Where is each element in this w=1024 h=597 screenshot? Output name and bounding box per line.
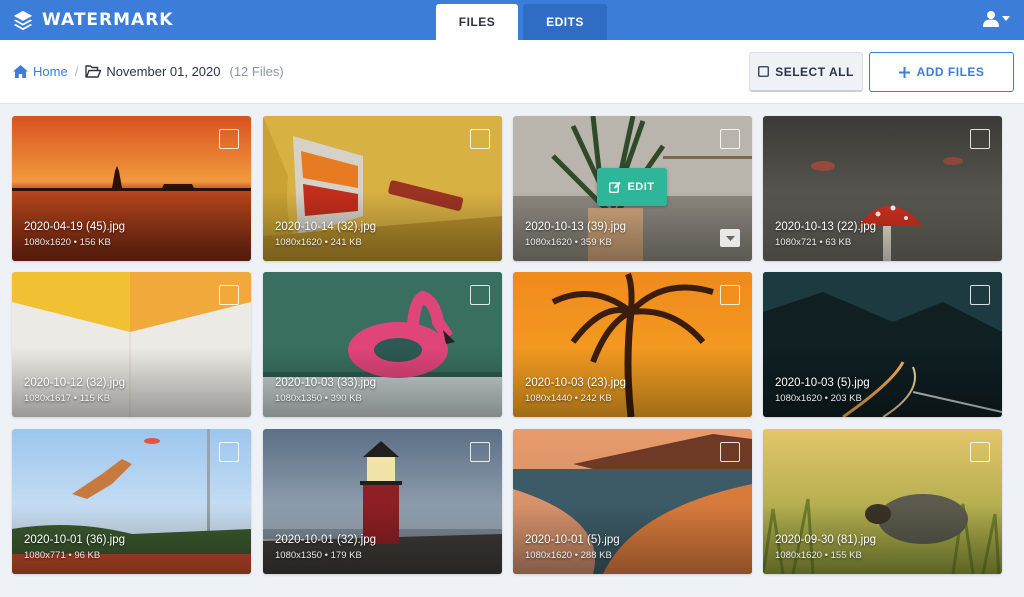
- file-meta: 1080x1620 • 359 KB: [525, 237, 612, 248]
- file-card[interactable]: 2020-10-12 (32).jpg 1080x1617 • 115 KB: [12, 272, 251, 417]
- file-name: 2020-10-13 (39).jpg: [525, 221, 627, 233]
- file-card[interactable]: 2020-09-30 (81).jpg 1080x1620 • 155 KB: [763, 429, 1002, 574]
- select-checkbox[interactable]: [219, 129, 239, 149]
- file-meta: 1080x1620 • 156 KB: [24, 237, 111, 248]
- file-name: 2020-04-19 (45).jpg: [24, 221, 126, 233]
- edit-icon: [609, 181, 622, 193]
- file-count: (12 Files): [229, 64, 284, 79]
- file-card[interactable]: 2020-10-01 (5).jpg 1080x1620 • 288 KB: [513, 429, 752, 574]
- select-all-label: SELECT ALL: [775, 64, 854, 79]
- file-name: 2020-10-03 (23).jpg: [525, 377, 627, 389]
- user-icon: [983, 11, 999, 27]
- home-icon: [13, 65, 28, 78]
- tab-edits[interactable]: EDITS: [523, 4, 607, 40]
- breadcrumb: Home / November 01, 2020 (12 Files): [13, 64, 284, 79]
- file-name: 2020-10-03 (5).jpg: [775, 377, 870, 389]
- select-all-button[interactable]: SELECT ALL: [749, 52, 863, 92]
- square-checkbox-icon: [758, 66, 770, 77]
- select-checkbox[interactable]: [970, 285, 990, 305]
- breadcrumb-current-folder: November 01, 2020 (12 Files): [85, 64, 284, 79]
- file-meta: 1080x1617 • 115 KB: [24, 393, 111, 404]
- file-meta: 1080x1440 • 242 KB: [525, 393, 612, 404]
- file-card[interactable]: EDIT 2020-10-13 (39).jpg 1080x1620 • 359…: [513, 116, 752, 261]
- brand[interactable]: WATERMARK: [12, 8, 173, 32]
- select-checkbox[interactable]: [470, 442, 490, 462]
- file-name: 2020-10-14 (32).jpg: [275, 221, 377, 233]
- select-checkbox[interactable]: [720, 129, 740, 149]
- select-checkbox[interactable]: [970, 442, 990, 462]
- file-meta: 1080x1620 • 155 KB: [775, 550, 862, 561]
- caret-down-icon: [725, 235, 735, 241]
- file-menu-button[interactable]: [720, 229, 740, 247]
- user-menu[interactable]: [983, 10, 1010, 27]
- select-checkbox[interactable]: [720, 442, 740, 462]
- plus-icon: [898, 66, 910, 78]
- select-checkbox[interactable]: [970, 129, 990, 149]
- breadcrumb-separator: /: [74, 64, 79, 79]
- file-name: 2020-10-01 (32).jpg: [275, 534, 377, 546]
- folder-open-icon: [85, 65, 102, 78]
- select-checkbox[interactable]: [219, 285, 239, 305]
- file-name: 2020-10-03 (33).jpg: [275, 377, 377, 389]
- file-name: 2020-10-12 (32).jpg: [24, 377, 126, 389]
- file-name: 2020-10-01 (36).jpg: [24, 534, 126, 546]
- file-name: 2020-10-01 (5).jpg: [525, 534, 620, 546]
- app-name: WATERMARK: [42, 10, 174, 30]
- add-files-button[interactable]: ADD FILES: [869, 52, 1014, 92]
- file-card[interactable]: 2020-10-14 (32).jpg 1080x1620 • 241 KB: [263, 116, 502, 261]
- toolbar: Home / November 01, 2020 (12 Files) SELE…: [0, 40, 1024, 104]
- tab-files[interactable]: FILES: [436, 4, 518, 40]
- select-checkbox[interactable]: [470, 285, 490, 305]
- edit-label: EDIT: [627, 181, 655, 193]
- file-card[interactable]: 2020-04-19 (45).jpg 1080x1620 • 156 KB: [12, 116, 251, 261]
- file-meta: 1080x771 • 96 KB: [24, 550, 101, 561]
- file-meta: 1080x1350 • 179 KB: [275, 550, 362, 561]
- edit-button[interactable]: EDIT: [597, 168, 667, 206]
- file-card[interactable]: 2020-10-01 (36).jpg 1080x771 • 96 KB: [12, 429, 251, 574]
- caret-down-icon: [1002, 16, 1010, 21]
- file-meta: 1080x1620 • 288 KB: [525, 550, 612, 561]
- folder-name: November 01, 2020: [106, 64, 221, 79]
- select-checkbox[interactable]: [219, 442, 239, 462]
- file-card[interactable]: 2020-10-03 (33).jpg 1080x1350 • 390 KB: [263, 272, 502, 417]
- file-meta: 1080x721 • 63 KB: [775, 237, 852, 248]
- file-name: 2020-09-30 (81).jpg: [775, 534, 877, 546]
- file-card[interactable]: 2020-10-01 (32).jpg 1080x1350 • 179 KB: [263, 429, 502, 574]
- breadcrumb-home-label: Home: [33, 64, 68, 79]
- file-name: 2020-10-13 (22).jpg: [775, 221, 877, 233]
- top-bar: WATERMARK FILES EDITS: [0, 0, 1024, 40]
- file-meta: 1080x1620 • 241 KB: [275, 237, 362, 248]
- breadcrumb-home[interactable]: Home: [13, 64, 68, 79]
- select-checkbox[interactable]: [720, 285, 740, 305]
- file-card[interactable]: 2020-10-03 (23).jpg 1080x1440 • 242 KB: [513, 272, 752, 417]
- file-card[interactable]: 2020-10-03 (5).jpg 1080x1620 • 203 KB: [763, 272, 1002, 417]
- add-files-label: ADD FILES: [916, 65, 985, 79]
- layers-logo-icon: [13, 10, 33, 31]
- file-meta: 1080x1620 • 203 KB: [775, 393, 862, 404]
- select-checkbox[interactable]: [470, 129, 490, 149]
- file-card[interactable]: 2020-10-13 (22).jpg 1080x721 • 63 KB: [763, 116, 1002, 261]
- file-meta: 1080x1350 • 390 KB: [275, 393, 362, 404]
